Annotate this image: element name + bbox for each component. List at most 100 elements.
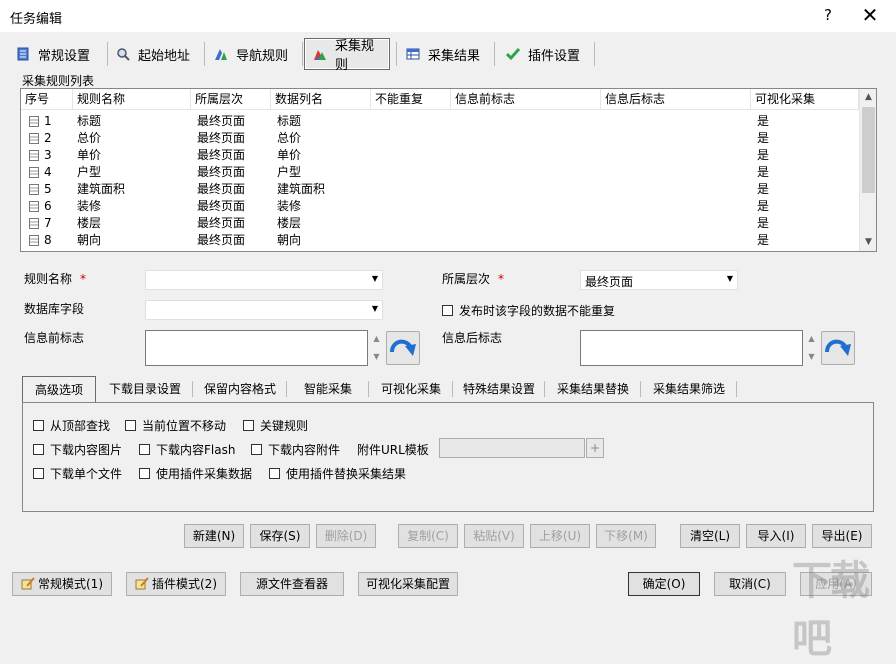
row-number-cell: 6 [25,198,52,215]
visual-config-button[interactable]: 可视化采集配置 [358,572,458,596]
suffix-textarea[interactable] [580,330,803,366]
download-images-checkbox[interactable]: 下载内容图片 [33,441,122,458]
no-repeat-checkbox[interactable]: 发布时该字段的数据不能重复 [442,302,615,319]
suffix-pick-button[interactable] [821,331,855,365]
level-cell: 最终页面 [193,147,245,164]
tab-navigation-rules[interactable]: 导航规则 [206,38,300,70]
tab-result-replace[interactable]: 采集结果替换 [546,376,640,402]
tab-keep-format[interactable]: 保留内容格式 [194,376,286,402]
move-down-button[interactable]: 下移(M) [596,524,656,548]
scroll-down-icon[interactable]: ▼ [860,234,877,251]
tab-collection-results[interactable]: 采集结果 [398,38,490,70]
template-add-button[interactable]: + [586,438,604,458]
prefix-pick-button[interactable] [386,331,420,365]
new-button[interactable]: 新建(N) [184,524,244,548]
download-single-file-checkbox[interactable]: 下载单个文件 [33,465,122,482]
tab-result-filter[interactable]: 采集结果筛选 [642,376,736,402]
table-row[interactable]: 7 楼层 最终页面 楼层 是 [21,215,859,232]
list-scrollbar[interactable]: ▲ ▼ [859,89,876,251]
column-header[interactable]: 所属层次 [191,89,271,110]
download-flash-checkbox[interactable]: 下载内容Flash [139,441,235,458]
column-header[interactable]: 序号 [21,89,73,110]
rule-name-cell: 总价 [73,130,101,147]
close-button[interactable]: ✕ [852,2,888,28]
export-button[interactable]: 导出(E) [812,524,872,548]
chevron-down-icon[interactable]: ▼ [727,274,733,283]
pencil-icon [21,575,35,588]
table-icon [406,47,420,61]
cancel-button[interactable]: 取消(C) [714,572,786,596]
column-header[interactable]: 信息前标志 [451,89,601,110]
spin-up-icon: ▲ [805,330,818,348]
tab-label: 插件设置 [528,45,580,64]
suffix-spinner[interactable]: ▲▼ [805,330,818,366]
scroll-up-icon[interactable]: ▲ [860,89,877,106]
visual-cell: 是 [753,232,769,249]
column-name-cell: 楼层 [273,215,301,232]
prefix-spinner[interactable]: ▲▼ [370,330,383,366]
row-icon [29,133,39,144]
suffix-label: 信息后标志 [442,329,502,346]
download-attachments-checkbox[interactable]: 下载内容附件 [251,441,340,458]
plugin-mode-button[interactable]: 插件模式(2) [126,572,226,596]
row-icon [29,218,39,229]
column-header[interactable]: 可视化采集 [751,89,859,110]
row-icon [29,235,39,246]
row-number-cell: 1 [25,113,52,130]
tab-plugin-settings[interactable]: 插件设置 [498,38,588,70]
save-button[interactable]: 保存(S) [250,524,310,548]
copy-button[interactable]: 复制(C) [398,524,458,548]
chevron-down-icon[interactable]: ▼ [372,304,378,313]
attach-url-template-input[interactable] [439,438,585,458]
tab-special-results[interactable]: 特殊结果设置 [454,376,544,402]
visual-cell: 是 [753,164,769,181]
plugin-collect-checkbox[interactable]: 使用插件采集数据 [139,465,252,482]
visual-cell: 是 [753,130,769,147]
rule-name-combo[interactable]: ▼ [145,270,383,290]
chevron-down-icon[interactable]: ▼ [372,274,378,283]
ok-button[interactable]: 确定(O) [628,572,700,596]
delete-button[interactable]: 删除(D) [316,524,376,548]
row-number-cell: 7 [25,215,52,232]
tab-visual-collect[interactable]: 可视化采集 [370,376,452,402]
no-move-checkbox[interactable]: 当前位置不移动 [125,417,226,434]
from-top-checkbox[interactable]: 从顶部查找 [33,417,110,434]
column-header[interactable]: 信息后标志 [601,89,751,110]
tab-general-settings[interactable]: 常规设置 [8,38,100,70]
move-up-button[interactable]: 上移(U) [530,524,590,548]
column-name-cell: 标题 [273,113,301,130]
import-button[interactable]: 导入(I) [746,524,806,548]
column-header[interactable]: 不能重复 [371,89,451,110]
row-icon [29,167,39,178]
visual-cell: 是 [753,181,769,198]
table-row[interactable]: 5 建筑面积 最终页面 建筑面积 是 [21,181,859,198]
window-title: 任务编辑 [10,8,62,27]
tab-collection-rules[interactable]: 采集规则 [304,38,390,70]
table-row[interactable]: 8 朝向 最终页面 朝向 是 [21,232,859,249]
normal-mode-button[interactable]: 常规模式(1) [12,572,112,596]
help-button[interactable]: ? [818,6,838,24]
collect-rule-icon [313,47,327,61]
tab-download-dir[interactable]: 下载目录设置 [98,376,192,402]
paste-button[interactable]: 粘贴(V) [464,524,524,548]
table-row[interactable]: 2 总价 最终页面 总价 是 [21,130,859,147]
level-combo[interactable]: 最终页面 ▼ [580,270,738,290]
tab-smart-collect[interactable]: 智能采集 [288,376,368,402]
source-viewer-button[interactable]: 源文件查看器 [240,572,344,596]
db-field-combo[interactable]: ▼ [145,300,383,320]
tab-start-address[interactable]: 起始地址 [108,38,200,70]
table-row[interactable]: 1 标题 最终页面 标题 是 [21,113,859,130]
rule-list[interactable]: 序号 规则名称 所属层次 数据列名 不能重复 信息前标志 信息后标志 可视化采集… [20,88,877,252]
plugin-replace-checkbox[interactable]: 使用插件替换采集结果 [269,465,406,482]
navigation-rule-icon [214,47,228,61]
column-header[interactable]: 数据列名 [271,89,371,110]
table-row[interactable]: 4 户型 最终页面 户型 是 [21,164,859,181]
tab-advanced[interactable]: 高级选项 [22,376,96,403]
table-row[interactable]: 6 装修 最终页面 装修 是 [21,198,859,215]
prefix-textarea[interactable] [145,330,368,366]
scroll-thumb[interactable] [862,107,875,193]
key-rule-checkbox[interactable]: 关键规则 [243,417,308,434]
column-header[interactable]: 规则名称 [73,89,191,110]
clear-button[interactable]: 清空(L) [680,524,740,548]
table-row[interactable]: 3 单价 最终页面 单价 是 [21,147,859,164]
